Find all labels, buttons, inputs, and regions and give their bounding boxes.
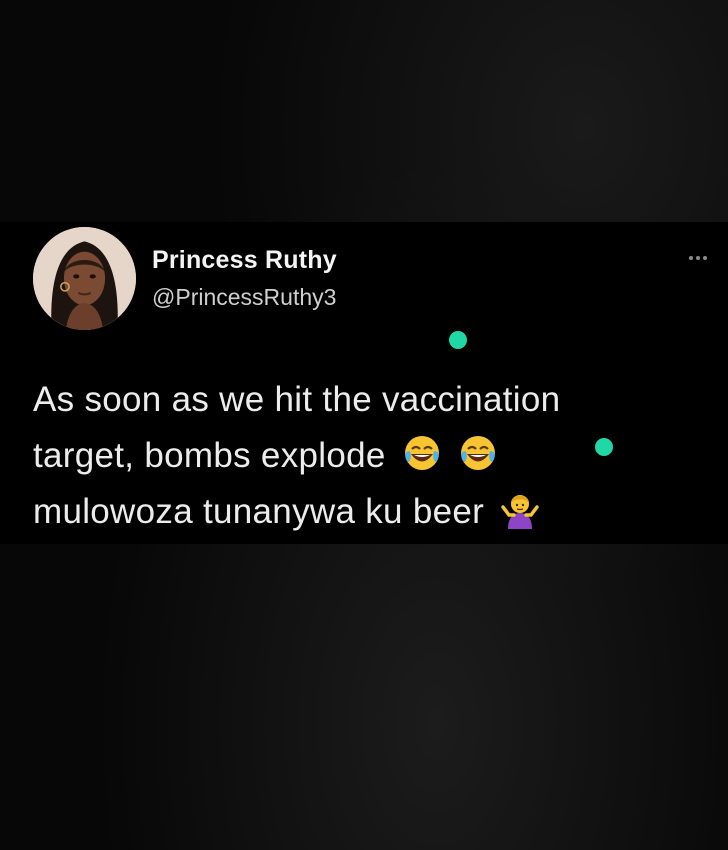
- tweet-text-line: mulowoza tunanywa ku beer: [33, 484, 713, 540]
- more-horizontal-icon: [703, 256, 707, 260]
- tweet-text-line: As soon as we hit the vaccination: [33, 372, 713, 428]
- tweet-text: As soon as we hit the vaccination target…: [33, 372, 713, 540]
- person-shrugging-emoji-icon: [500, 489, 540, 529]
- tweet-card[interactable]: Princess Ruthy @PrincessRuthy3 As soon a…: [0, 222, 728, 544]
- user-handle[interactable]: @PrincessRuthy3: [152, 284, 336, 311]
- avatar-photo-icon: [33, 227, 136, 330]
- tears-of-joy-emoji-icon: [458, 433, 498, 473]
- tweet-text-segment: target, bombs explode: [33, 436, 386, 475]
- more-horizontal-icon: [689, 256, 693, 260]
- tweet-text-segment: As soon as we hit the vaccination: [33, 380, 561, 419]
- tears-of-joy-emoji-icon: [402, 433, 442, 473]
- more-options-button[interactable]: [680, 248, 716, 268]
- tweet-text-segment: mulowoza tunanywa ku beer: [33, 492, 485, 531]
- avatar[interactable]: [33, 227, 136, 330]
- tweet-text-line: target, bombs explode: [33, 428, 713, 484]
- green-dot-marker: [449, 331, 467, 349]
- more-horizontal-icon: [696, 256, 700, 260]
- display-name[interactable]: Princess Ruthy: [152, 246, 337, 275]
